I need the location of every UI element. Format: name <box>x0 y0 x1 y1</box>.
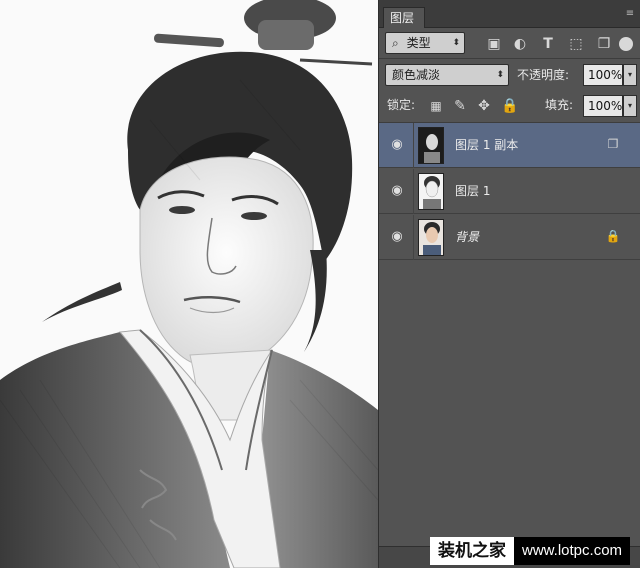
opacity-label: 不透明度: <box>517 68 570 82</box>
fill-dropdown-arrow-icon[interactable]: ▾ <box>623 95 637 117</box>
panel-tab-bar: 图层 ≡ <box>379 0 640 28</box>
adjustment-filter-icon[interactable]: ◐ <box>511 35 529 53</box>
smart-object-icon: ❐ <box>607 137 619 151</box>
fill-field[interactable]: 100% <box>583 95 623 117</box>
smart-object-filter-icon[interactable]: ❐ <box>595 35 613 53</box>
filter-kind-label: 类型 <box>406 36 431 50</box>
fill-label: 填充: <box>545 98 574 112</box>
lock-all-icon[interactable]: 🔒 <box>501 97 519 115</box>
document-canvas[interactable] <box>0 0 378 568</box>
eye-icon[interactable]: ◉ <box>388 136 406 154</box>
lock-icon: 🔒 <box>605 229 621 243</box>
filter-toggle-icon[interactable] <box>619 37 633 51</box>
layer-filter-row: ⌕ 类型 ⬍ ▣ ◐ T ⬚ ❐ <box>379 30 640 56</box>
eye-icon[interactable]: ◉ <box>388 228 406 246</box>
blend-mode-value: 颜色减淡 <box>392 68 441 82</box>
watermark-cn-text: 装机之家 <box>430 537 514 565</box>
eye-icon[interactable]: ◉ <box>388 182 406 200</box>
panel-menu-icon[interactable]: ≡ <box>623 8 637 20</box>
layer-row-1[interactable]: ◉ 图层 1 <box>379 169 640 214</box>
shape-filter-icon[interactable]: ⬚ <box>567 35 585 53</box>
type-filter-icon[interactable]: T <box>539 35 557 53</box>
opacity-field[interactable]: 100% <box>583 64 623 86</box>
layer-row-copy[interactable]: ◉ 图层 1 副本 ❐ <box>379 123 640 168</box>
updown-arrow-icon: ⬍ <box>452 38 460 48</box>
updown-arrow-icon: ⬍ <box>496 70 504 80</box>
lock-paint-icon[interactable]: ✎ <box>451 97 469 115</box>
tab-layers[interactable]: 图层 <box>383 7 425 28</box>
layer-thumbnail <box>418 173 444 210</box>
layer-thumbnail <box>418 127 444 164</box>
blend-mode-dropdown[interactable]: 颜色减淡 ⬍ <box>385 64 509 86</box>
watermark-url-text: www.lotpc.com <box>514 537 631 565</box>
search-icon: ⌕ <box>392 36 399 50</box>
lock-label: 锁定: <box>387 98 416 112</box>
layer-thumbnail <box>418 219 444 256</box>
lock-fill-row: 锁定: ▦ ✎ ✥ 🔒 填充: 100% ▾ <box>379 93 640 119</box>
lock-transparent-icon[interactable]: ▦ <box>427 97 445 115</box>
layers-panel: 图层 ≡ ⌕ 类型 ⬍ ▣ ◐ T ⬚ ❐ 颜色减淡 ⬍ 不透明度: 100% … <box>378 0 640 568</box>
layer-name: 背景 <box>455 230 480 244</box>
layer-name: 图层 1 <box>455 184 491 198</box>
separator <box>379 58 640 59</box>
sketch-portrait-image <box>0 0 378 568</box>
lock-move-icon[interactable]: ✥ <box>475 97 493 115</box>
layer-row-background[interactable]: ◉ 背景 🔒 <box>379 215 640 260</box>
divider <box>413 123 414 168</box>
filter-kind-dropdown[interactable]: ⌕ 类型 ⬍ <box>385 32 465 54</box>
blend-opacity-row: 颜色减淡 ⬍ 不透明度: 100% ▾ <box>379 62 640 88</box>
watermark: 装机之家 www.lotpc.com <box>430 537 631 565</box>
image-filter-icon[interactable]: ▣ <box>485 35 503 53</box>
divider <box>413 215 414 260</box>
divider <box>413 169 414 214</box>
opacity-dropdown-arrow-icon[interactable]: ▾ <box>623 64 637 86</box>
layer-name: 图层 1 副本 <box>455 138 519 152</box>
